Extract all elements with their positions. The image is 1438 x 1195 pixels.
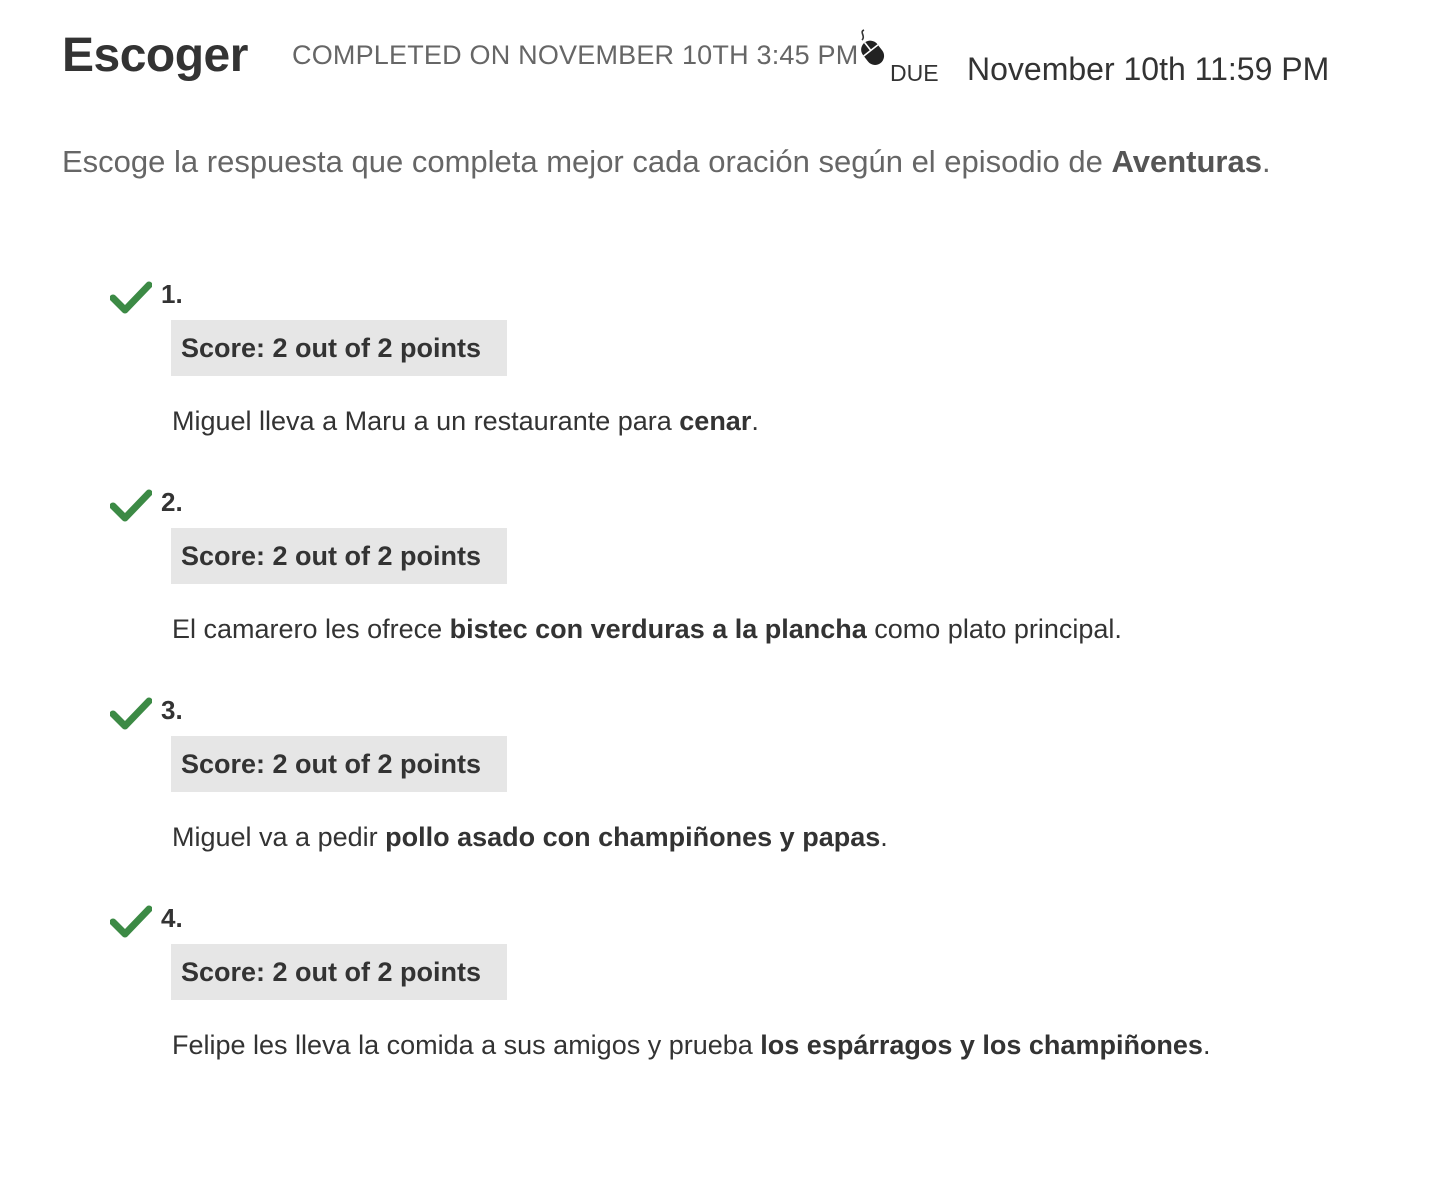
selected-answer: los espárragos y los champiñones xyxy=(760,1030,1203,1060)
due-date: November 10th 11:59 PM xyxy=(967,51,1330,87)
sentence-text: El camarero les ofrece xyxy=(172,614,450,644)
check-icon xyxy=(109,281,153,315)
score-badge: Score: 2 out of 2 points xyxy=(171,528,507,584)
sentence-end: . xyxy=(1202,1030,1211,1060)
sentence-text: Miguel lleva a Maru a un restaurante par… xyxy=(172,406,680,436)
question-number: 4. xyxy=(161,903,183,933)
question-sentence: El camarero les ofrece bistec con verdur… xyxy=(172,614,1122,645)
question-3: 3. Score: 2 out of 2 points Miguel va a … xyxy=(109,695,1370,897)
due-label: DUE xyxy=(890,60,939,86)
question-number: 1. xyxy=(161,279,183,309)
question-4: 4. Score: 2 out of 2 points Felipe les l… xyxy=(109,903,1370,1105)
assignment-header: Escoger COMPLETED ON NOVEMBER 10TH 3:45 … xyxy=(62,24,1402,94)
question-sentence: Felipe les lleva la comida a sus amigos … xyxy=(172,1030,1210,1061)
completed-status: COMPLETED ON NOVEMBER 10TH 3:45 PM xyxy=(292,40,859,70)
instructions-text: Escoge la respuesta que completa mejor c… xyxy=(62,144,1112,179)
instructions-suffix: . xyxy=(1261,144,1271,179)
sentence-end: . xyxy=(880,822,888,852)
sentence-end: como plato principal. xyxy=(866,614,1122,644)
instructions: Escoge la respuesta que completa mejor c… xyxy=(62,144,1402,180)
instructions-episode: Aventuras xyxy=(1111,144,1262,179)
question-number: 2. xyxy=(161,487,183,517)
check-icon xyxy=(109,697,153,731)
question-1: 1. Score: 2 out of 2 points Miguel lleva… xyxy=(109,279,1370,481)
check-icon xyxy=(109,905,153,939)
question-sentence: Miguel va a pedir pollo asado con champi… xyxy=(172,822,888,853)
question-sentence: Miguel lleva a Maru a un restaurante par… xyxy=(172,406,759,437)
score-badge: Score: 2 out of 2 points xyxy=(171,320,507,376)
question-number: 3. xyxy=(161,695,183,725)
selected-answer: bistec con verduras a la plancha xyxy=(449,614,867,644)
selected-answer: pollo asado con champiñones y papas xyxy=(385,822,881,852)
check-icon xyxy=(109,489,153,523)
sentence-end: . xyxy=(751,406,759,436)
mouse-icon xyxy=(856,28,888,68)
page-title: Escoger xyxy=(62,29,248,82)
sentence-text: Miguel va a pedir xyxy=(172,822,386,852)
score-badge: Score: 2 out of 2 points xyxy=(171,736,507,792)
sentence-text: Felipe les lleva la comida a sus amigos … xyxy=(172,1030,761,1060)
question-2: 2. Score: 2 out of 2 points El camarero … xyxy=(109,487,1370,689)
selected-answer: cenar xyxy=(679,406,752,436)
score-badge: Score: 2 out of 2 points xyxy=(171,944,507,1000)
